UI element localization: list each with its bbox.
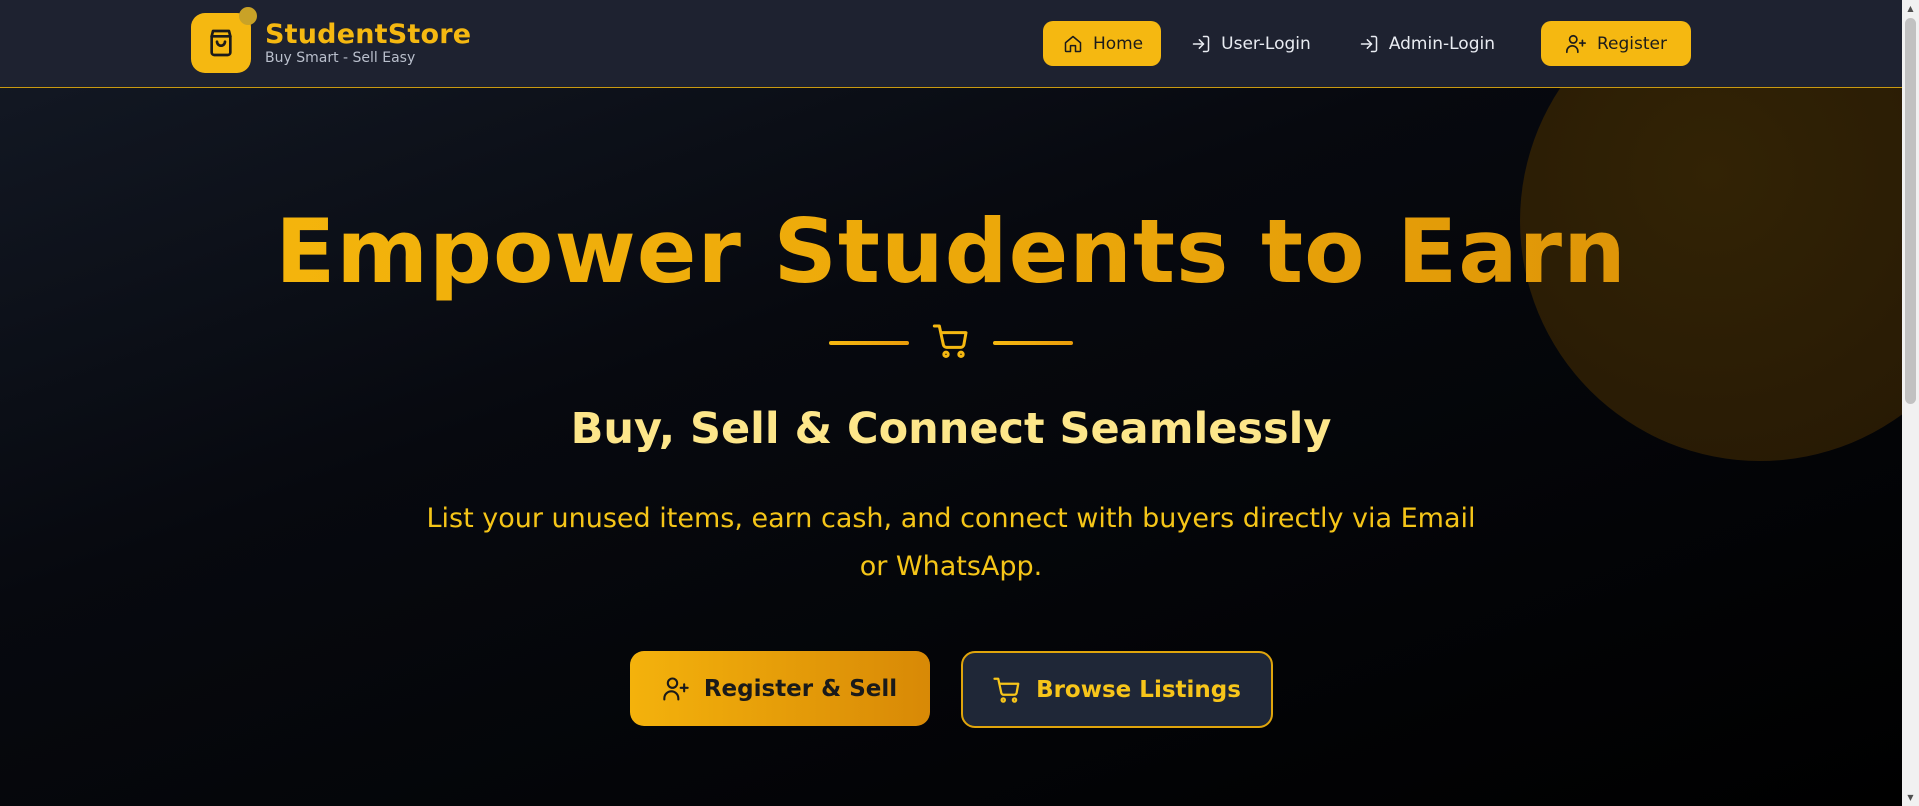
nav-register-label: Register <box>1597 33 1667 54</box>
user-plus-icon <box>1566 34 1586 53</box>
page: StudentStore Buy Smart - Sell Easy Home … <box>0 0 1919 806</box>
login-icon <box>1192 35 1210 52</box>
cart-icon <box>993 677 1020 703</box>
hero-divider <box>0 321 1902 365</box>
home-icon <box>1064 35 1082 52</box>
register-sell-label: Register & Sell <box>703 675 898 702</box>
navbar: StudentStore Buy Smart - Sell Easy Home … <box>0 0 1902 88</box>
user-plus-icon <box>663 676 689 701</box>
divider-line-left <box>829 341 909 345</box>
brand-name: StudentStore <box>265 19 472 50</box>
scroll-thumb[interactable] <box>1905 18 1916 404</box>
cart-icon <box>931 321 971 365</box>
hero-subtitle: Buy, Sell & Connect Seamlessly <box>570 404 1332 454</box>
hero-description: List your unused items, earn cash, and c… <box>426 503 1476 582</box>
main-nav: Home User-Login Admin-Login Register <box>1033 21 1691 66</box>
brand[interactable]: StudentStore Buy Smart - Sell Easy <box>191 7 472 73</box>
browse-listings-button[interactable]: Browse Listings <box>960 651 1273 728</box>
hero-title: Empower Students to Earn <box>0 200 1902 303</box>
brand-dot <box>239 7 257 25</box>
nav-admin-login[interactable]: Admin-Login <box>1339 21 1513 66</box>
scroll-down-arrow-icon[interactable]: ▼ <box>1902 789 1919 806</box>
nav-user-login[interactable]: User-Login <box>1171 21 1329 66</box>
shopping-bag-icon <box>191 7 257 73</box>
nav-user-login-label: User-Login <box>1221 33 1311 54</box>
brand-tagline: Buy Smart - Sell Easy <box>265 50 416 66</box>
scroll-up-arrow-icon[interactable]: ▲ <box>1902 0 1919 17</box>
nav-register-button[interactable]: Register <box>1541 21 1691 66</box>
nav-admin-login-label: Admin-Login <box>1388 33 1495 54</box>
register-sell-button[interactable]: Register & Sell <box>629 651 930 726</box>
nav-home-label: Home <box>1092 33 1144 54</box>
browse-listings-label: Browse Listings <box>1036 676 1241 703</box>
login-icon <box>1360 35 1378 52</box>
cta-row: Register & Sell Browse Listings <box>0 651 1902 728</box>
hero-section: Empower Students to Earn Buy, Sell & Con… <box>0 88 1902 806</box>
divider-line-right <box>993 341 1073 345</box>
nav-home[interactable]: Home <box>1042 21 1162 66</box>
vertical-scrollbar[interactable]: ▲ ▼ <box>1902 0 1919 806</box>
